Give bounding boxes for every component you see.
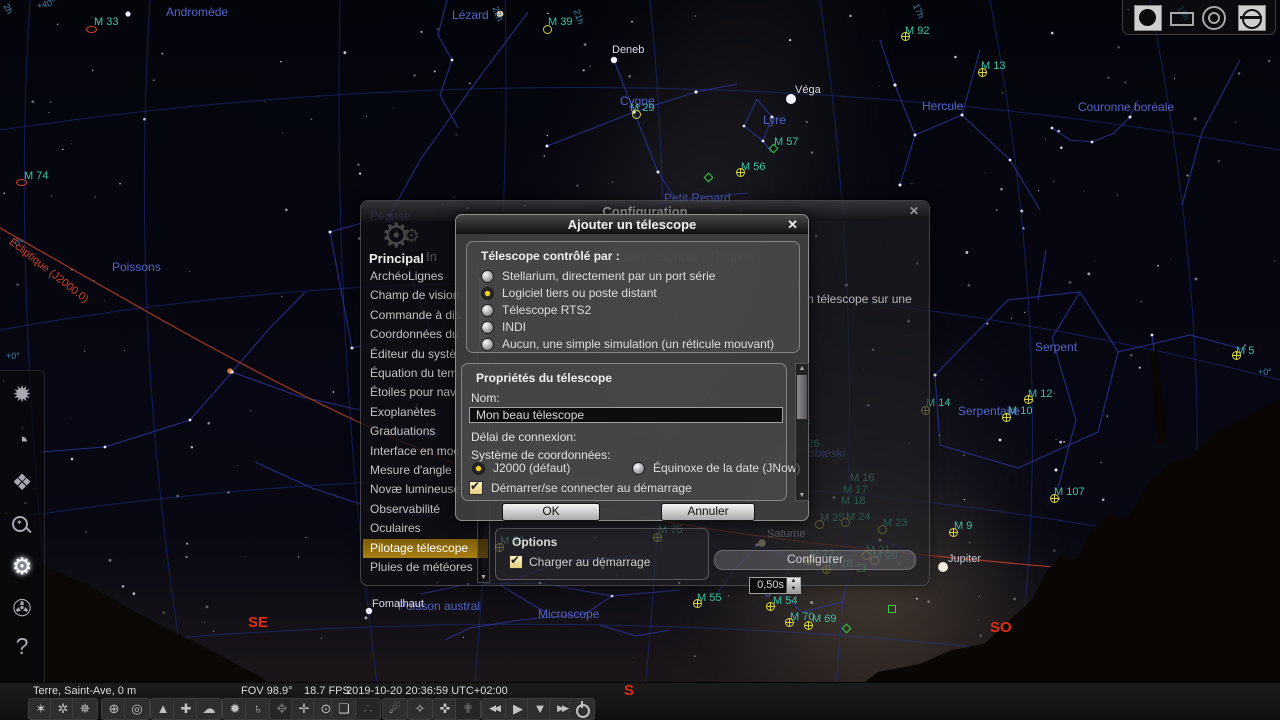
controlled-by-group: Télescope contrôlé par : Stellarium, dir… — [466, 241, 800, 353]
controlled-by-legend: Télescope contrôlé par : — [481, 249, 620, 263]
search-icon[interactable]: ✦ — [12, 516, 32, 536]
add-telescope-dialog[interactable]: Ajouter un télescope ✕ Télescope contrôl… — [455, 214, 809, 594]
datetime-status[interactable]: 2019-10-20 20:36:59 UTC+02:00 — [346, 685, 508, 697]
radio-button-icon[interactable] — [481, 269, 494, 283]
configuration-icon[interactable]: ⚙ — [0, 549, 44, 583]
azimuthal-grid-button[interactable]: ◎ — [124, 698, 150, 720]
radio-label: Télescope RTS2 — [502, 303, 592, 317]
date-time-icon[interactable]: ◔ — [0, 423, 44, 457]
satellite-hints-button[interactable]: ∴ — [355, 698, 381, 720]
load-at-startup-checkbox[interactable] — [509, 553, 523, 569]
coord-system-label: Système de coordonnées: — [471, 448, 611, 462]
dialog-scrollbar[interactable]: ▲ ▼ — [795, 363, 809, 501]
radio-button-icon[interactable] — [481, 320, 494, 334]
ocular-popup-icon[interactable] — [1238, 5, 1266, 31]
radio-label: Équinoxe de la date (JNow) — [653, 461, 801, 475]
astronomical-calculations-icon[interactable]: ✇ — [0, 591, 44, 625]
meteor-search-button[interactable]: ✧ — [407, 698, 433, 720]
radio-label: INDI — [502, 320, 526, 334]
load-at-startup-label: Charger au démarrage — [529, 555, 651, 569]
delay-label: Délai de connexion: — [471, 430, 577, 444]
cancel-button[interactable]: Annuler — [661, 503, 755, 521]
sensor-frame-icon[interactable] — [1170, 12, 1194, 26]
radio-button-icon[interactable] — [481, 337, 494, 351]
radio-label: Stellarium, directement par un port séri… — [502, 269, 716, 283]
rewind-time-button[interactable]: ◀◀ — [481, 698, 507, 720]
radio-logiciel-tiers-ou-poste-distan[interactable]: Logiciel tiers ou poste distant — [481, 286, 657, 300]
spinner-arrows-icon[interactable]: ▲ ▼ — [786, 578, 800, 593]
fov-status[interactable]: FOV 98.9° — [241, 685, 292, 697]
radio-label: Aucun, une simple simulation (un réticul… — [502, 337, 775, 351]
gear-icon: ⚙ — [403, 226, 421, 247]
stellarium-app: Andromède Lézard Cygne Lyre Hercule Couronne … — [0, 0, 1280, 720]
quit-button[interactable] — [569, 698, 595, 720]
radio-aucun-une-simple-simulation-un[interactable]: Aucun, une simple simulation (un réticul… — [481, 337, 774, 351]
left-toolbar: ✹ ◔ ❖ ✦ ⚙ ✇? — [0, 370, 45, 683]
radio-button-icon[interactable] — [481, 286, 494, 300]
name-input[interactable]: Mon beau télescope — [469, 407, 783, 423]
ok-button[interactable]: OK — [502, 503, 600, 521]
radio-indi[interactable]: INDI — [481, 320, 526, 334]
meteor-showers-button[interactable]: ☄ — [382, 698, 408, 720]
atmosphere-button[interactable]: ☁ — [196, 698, 222, 720]
name-label: Nom: — [471, 391, 500, 405]
planet-labels-button[interactable]: ♄ — [245, 698, 271, 720]
plugin-item-pilotage-t-lescope[interactable]: Pilotage télescope — [363, 538, 488, 558]
tab-in[interactable]: In — [426, 249, 437, 264]
location-status[interactable]: Terre, Saint-Ave, 0 m — [33, 685, 136, 697]
plugin-item-oculaires[interactable]: Oculaires — [363, 519, 488, 538]
close-icon[interactable]: ✕ — [909, 204, 919, 218]
sky-viewing-options-icon[interactable]: ❖ — [0, 465, 44, 499]
radio-j2000-d-faut-[interactable]: J2000 (défaut) — [472, 461, 570, 475]
radio-button-icon[interactable] — [472, 461, 485, 475]
radio--quinoxe-de-la-date-jnow-[interactable]: Équinoxe de la date (JNow) — [632, 461, 800, 475]
tab-principal[interactable]: Principal — [369, 251, 424, 266]
telescope-properties-group: Propriétés du télescope Nom: Mon beau té… — [461, 363, 801, 594]
configure-plugin-button[interactable]: Configurer — [714, 550, 916, 570]
bottom-toolbar: ✶ ✲ ✵ ⊕ ◎ ▲ ✚ ☁ ✹ ♄ ✥ ✛ ⊙ ❏ ∴ ☄ ✧ ✜ ✟ ◀◀ ▶ ▼ ▶▶ — [0, 683, 1280, 720]
connect-at-startup-label: Démarrer/se connecter au démarrage — [491, 481, 692, 495]
close-icon[interactable]: ✕ — [787, 217, 798, 233]
oculars-toolbar — [1122, 0, 1276, 35]
radio-t-lescope-rts2[interactable]: Télescope RTS2 — [481, 303, 591, 317]
help-icon[interactable]: ? — [0, 629, 44, 663]
fps-status: 18.7 FPS — [304, 685, 350, 697]
plugin-description-fragment: n télescope sur une — [807, 292, 912, 306]
properties-legend: Propriétés du télescope — [476, 371, 613, 385]
radio-button-icon[interactable] — [481, 303, 494, 317]
plugin-item-pluies-de-m-t-ores[interactable]: Pluies de météores — [363, 558, 488, 577]
radio-button-icon[interactable] — [632, 461, 645, 475]
plugin-options-group: Options Charger au démarrage — [495, 528, 709, 580]
radio-stellarium-directement-par-un-[interactable]: Stellarium, directement par un port séri… — [481, 269, 715, 283]
telrad-view-icon[interactable] — [1202, 6, 1226, 30]
options-legend: Options — [512, 535, 558, 549]
delay-spinbox[interactable]: 0,50s ▲ ▼ — [749, 577, 801, 594]
bottom-bar: Terre, Saint-Ave, 0 m FOV 98.9° 18.7 FPS… — [0, 682, 1280, 720]
connect-at-startup-checkbox[interactable] — [469, 479, 483, 495]
radio-label: J2000 (défaut) — [493, 461, 571, 475]
location-icon[interactable]: ✹ — [0, 377, 44, 411]
scripts-console-button[interactable]: ✟ — [455, 698, 481, 720]
connect-at-startup-row[interactable]: Démarrer/se connecter au démarrage — [469, 479, 692, 495]
constellation-art-button[interactable]: ✵ — [72, 698, 98, 720]
radio-label: Logiciel tiers ou poste distant — [502, 286, 657, 300]
ocular-view-icon[interactable] — [1134, 5, 1162, 31]
fullscreen-button[interactable]: ❏ — [331, 698, 357, 720]
dialog-title: Ajouter un télescope — [567, 217, 697, 232]
